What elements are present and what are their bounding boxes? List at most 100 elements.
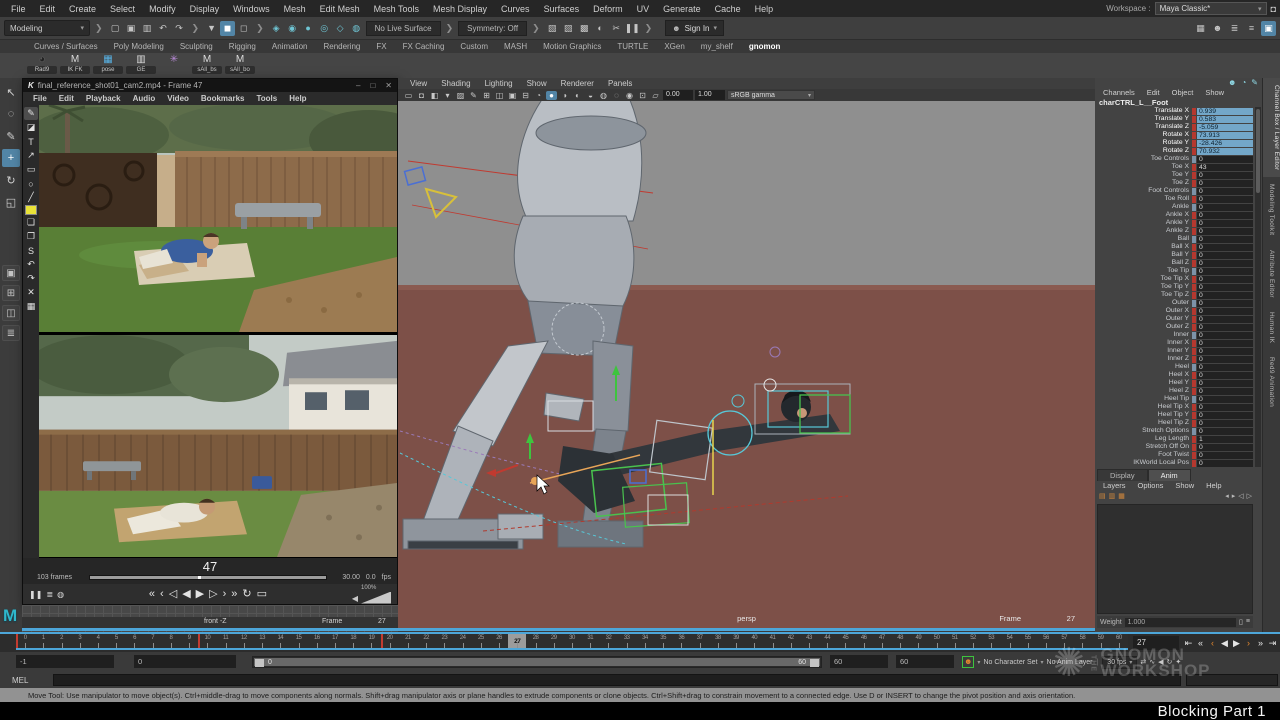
channel-value[interactable]: 0 [1197, 252, 1253, 259]
channel-row-heel-z[interactable]: Heel Z0 [1095, 387, 1253, 395]
timeline-frame-3[interactable]: 3 [71, 634, 89, 648]
timeline-frame-55[interactable]: 55 [1019, 634, 1037, 648]
undo-icon[interactable]: ↶ [24, 258, 38, 271]
channel-box-menu-item[interactable]: Show [1199, 88, 1230, 98]
timeline-frame-18[interactable]: 18 [344, 634, 362, 648]
snap-view-plane-icon[interactable]: ◇ [333, 21, 348, 36]
menu-item[interactable]: Deform [586, 2, 630, 16]
symmetry-field[interactable]: Symmetry: Off [458, 21, 527, 36]
lasso-tool-icon[interactable]: ◌ [2, 105, 20, 123]
channel-value[interactable]: 0 [1197, 244, 1253, 251]
shelf-tab[interactable]: Motion Graphics [535, 42, 609, 51]
character-set-select[interactable]: No Character Set [983, 659, 1037, 666]
channel-box-menu-item[interactable]: Edit [1141, 88, 1166, 98]
grid-toggle-icon[interactable]: ▦ [1193, 21, 1208, 36]
motion-blur-icon[interactable]: ◌ [611, 91, 622, 100]
select-object-icon[interactable]: ◼ [220, 21, 235, 36]
xray-icon[interactable]: ▱ [650, 91, 661, 100]
channel-box-menu-item[interactable]: Object [1166, 88, 1200, 98]
close-button[interactable]: ✕ [385, 81, 392, 90]
wireframe-icon[interactable]: ◔ [533, 91, 544, 100]
channel-value[interactable]: 0 [1197, 404, 1253, 411]
rectangle-tool-icon[interactable]: ▭ [24, 163, 38, 176]
clear-all-icon[interactable]: ▦ [24, 300, 38, 313]
command-language-toggle[interactable]: MEL [2, 676, 48, 685]
sidetab-channel-box[interactable]: Channel Box / Layer Editor [1263, 78, 1280, 177]
layout-four-pane-icon[interactable]: ⊞ [2, 285, 20, 301]
timeline-frame-33[interactable]: 33 [618, 634, 636, 648]
viewport-menu-item[interactable]: View [403, 79, 434, 88]
channel-row-toe-tip[interactable]: Toe Tip0 [1095, 267, 1253, 275]
play-backward-button[interactable]: ◁ [169, 585, 177, 603]
channel-row-toe-tip-z[interactable]: Toe Tip Z0 [1095, 291, 1253, 299]
timeline-frame-26[interactable]: 26 [490, 634, 508, 648]
play-forward-button[interactable]: ▶ [196, 585, 204, 603]
channel-row-heel-tip-x[interactable]: Heel Tip X0 [1095, 403, 1253, 411]
fps-select[interactable]: 30 fps▾ [1102, 656, 1137, 669]
menu-item[interactable]: Windows [226, 2, 277, 16]
channel-value[interactable]: 0 [1197, 388, 1253, 395]
paste-frame-icon[interactable]: ❐ [24, 230, 38, 243]
menu-item[interactable]: Edit [33, 2, 63, 16]
viewport-menu-item[interactable]: Lighting [478, 79, 520, 88]
timeline-frame-39[interactable]: 39 [727, 634, 745, 648]
scale-tool-icon[interactable]: ◱ [2, 193, 20, 211]
timeline-frame-41[interactable]: 41 [763, 634, 781, 648]
color-swatch[interactable]: ■ [25, 205, 37, 215]
new-scene-icon[interactable]: ▢ [108, 21, 123, 36]
channel-row-foot-twist[interactable]: Foot Twist0 [1095, 451, 1253, 459]
channel-row-ankle[interactable]: Ankle0 [1095, 203, 1253, 211]
create-override-layer-icon[interactable]: ▦ [1118, 492, 1125, 502]
channel-value[interactable]: 0 [1197, 268, 1253, 275]
isolate-select-icon[interactable]: ⊡ [637, 91, 648, 100]
timeline-frame-16[interactable]: 16 [308, 634, 326, 648]
timeline-frame-47[interactable]: 47 [873, 634, 891, 648]
timeline-frame-48[interactable]: 48 [891, 634, 909, 648]
menu-item[interactable]: Edit Mesh [313, 2, 367, 16]
selected-object-name[interactable]: charCTRL_L__Foot [1099, 98, 1168, 107]
channel-value[interactable]: 0 [1197, 308, 1253, 315]
player-title-bar[interactable]: K final_reference_shot01_cam2.mp4 - Fram… [23, 79, 397, 92]
weight-field[interactable]: 1.000 [1125, 618, 1236, 627]
arrow-tool-icon[interactable]: ↗ [24, 149, 38, 162]
timeline-frame-27[interactable]: 27 [508, 634, 526, 648]
shelf-item-star[interactable]: ✳ [158, 54, 190, 77]
separator[interactable]: ❯ [443, 23, 457, 34]
timeline-frame-42[interactable]: 42 [782, 634, 800, 648]
next-key-button[interactable]: › [1243, 638, 1254, 648]
gamma-field[interactable]: 1.00 [695, 90, 725, 100]
live-surface-field[interactable]: No Live Surface [366, 21, 441, 36]
shelf-tab[interactable]: FX [368, 42, 394, 51]
sign-in-button[interactable]: ☻Sign In▾ [665, 20, 724, 36]
channel-row-toe-z[interactable]: Toe Z0 [1095, 179, 1253, 187]
layout-split-icon[interactable]: ◫ [2, 305, 20, 321]
eraser-tool-icon[interactable]: ◪ [24, 121, 38, 134]
channel-value[interactable]: 0 [1197, 396, 1253, 403]
move-tool-icon[interactable]: + [2, 149, 20, 167]
scrollbar-thumb[interactable] [1256, 109, 1260, 193]
channel-row-toe-y[interactable]: Toe Y0 [1095, 171, 1253, 179]
minimize-button[interactable]: – [356, 81, 360, 90]
channel-row-ball-z[interactable]: Ball Z0 [1095, 259, 1253, 267]
next-bookmark-button[interactable]: › [223, 585, 227, 603]
channel-row-foot-controls[interactable]: Foot Controls0 [1095, 187, 1253, 195]
manipulator-icon[interactable]: ✎ [1251, 78, 1258, 88]
channel-value[interactable]: 1 [1197, 436, 1253, 443]
timeline-frame-35[interactable]: 35 [654, 634, 672, 648]
shelf-item-sAll_bo[interactable]: MsAll_bo [224, 54, 256, 77]
channel-value[interactable]: 0 [1197, 364, 1253, 371]
channel-row-outer-z[interactable]: Outer Z0 [1095, 323, 1253, 331]
menu-item[interactable]: Generate [656, 2, 708, 16]
select-hierarchy-icon[interactable]: ▼ [204, 21, 219, 36]
player-menu-item[interactable]: Video [161, 94, 195, 103]
channel-row-leg-length[interactable]: Leg Length1 [1095, 435, 1253, 443]
channel-value[interactable]: 0 [1197, 444, 1253, 451]
separator[interactable]: ❯ [189, 23, 203, 34]
channel-row-toe-tip-y[interactable]: Toe Tip Y0 [1095, 283, 1253, 291]
timeline-frame-14[interactable]: 14 [271, 634, 289, 648]
channel-value[interactable]: 0 [1197, 316, 1253, 323]
shelf-tab[interactable]: Rendering [315, 42, 368, 51]
channel-value[interactable]: -28.426 [1197, 140, 1253, 147]
snap-curve-icon[interactable]: ◉ [285, 21, 300, 36]
timeline-frame-43[interactable]: 43 [800, 634, 818, 648]
